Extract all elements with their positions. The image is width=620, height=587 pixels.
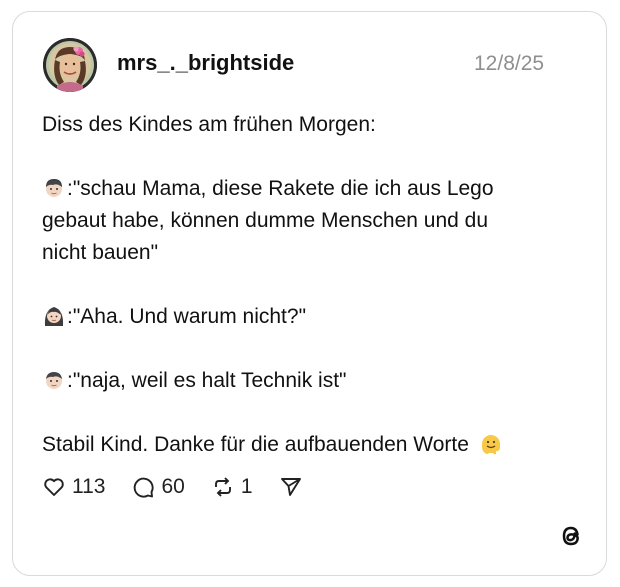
comment-button[interactable]: 60 — [131, 475, 185, 499]
post-line: :"naja, weil es halt Technik ist" — [67, 369, 347, 392]
post-line: :"Aha. Und warum nicht?" — [67, 305, 307, 328]
post-line: gebaut habe, können dumme Menschen und d… — [42, 209, 488, 232]
avatar[interactable] — [43, 38, 97, 92]
comment-count: 60 — [161, 475, 185, 498]
post-line: nicht bauen" — [42, 241, 159, 264]
repost-button[interactable]: 1 — [211, 475, 253, 499]
post-line: Stabil Kind. Danke für die aufbauenden W… — [42, 433, 469, 456]
post-actions: 113 60 1 — [42, 475, 329, 499]
threads-logo-icon[interactable] — [556, 521, 586, 551]
comment-icon — [134, 477, 155, 498]
share-button[interactable] — [279, 475, 303, 499]
post-body: Diss des Kindes am frühen Morgen: :"scha… — [42, 109, 562, 461]
send-icon — [280, 478, 301, 496]
boy-emoji — [46, 372, 62, 389]
like-button[interactable]: 113 — [42, 475, 105, 499]
post-date: 12/8/25 — [474, 52, 545, 75]
boy-emoji — [46, 179, 62, 197]
post-card: mrs_._brightside 12/8/25 Diss des Kindes… — [12, 11, 607, 576]
repost-count: 1 — [240, 475, 253, 498]
username[interactable]: mrs_._brightside — [117, 50, 294, 76]
heart-icon — [44, 478, 64, 496]
post-line: :"schau Mama, diese Rakete die ich aus L… — [67, 177, 494, 200]
repost-icon — [214, 477, 231, 497]
woman-emoji — [44, 307, 64, 326]
melting-face-emoji — [481, 435, 500, 455]
post-line: Diss des Kindes am frühen Morgen: — [42, 113, 376, 136]
like-count: 113 — [72, 475, 106, 498]
